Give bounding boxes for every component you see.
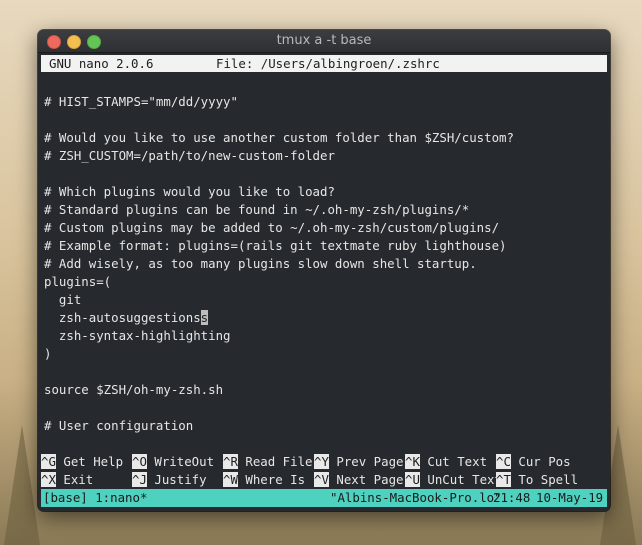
shortcut-get-help: ^G Get Help (41, 453, 123, 471)
shortcut-cur-pos: ^C Cur Pos (496, 453, 571, 471)
shortcut-label: Exit (55, 472, 94, 487)
editor-line: # HIST_STAMPS="mm/dd/yyyy" (44, 94, 238, 109)
shortcut-key: ^X (41, 472, 56, 487)
editor-line: # Would you like to use another custom f… (44, 130, 514, 145)
shortcut-exit: ^X Exit (41, 471, 93, 489)
shortcut-key: ^J (132, 472, 147, 487)
shortcut-key: ^U (405, 472, 420, 487)
editor-line: plugins=( (44, 274, 112, 289)
title-bar[interactable]: tmux a -t base (38, 30, 610, 53)
editor-line: git (44, 292, 82, 307)
editor-line: # Standard plugins can be found in ~/.oh… (44, 202, 470, 217)
shortcut-prev-page: ^Y Prev Page (314, 453, 404, 471)
editor-line: # Custom plugins may be added to ~/.oh-m… (44, 220, 500, 235)
terminal-window[interactable]: tmux a -t base GNU nano 2.0.6 File: /Use… (38, 30, 610, 511)
shortcut-justify: ^J Justify (132, 471, 207, 489)
window-title: tmux a -t base (276, 33, 372, 48)
shortcut-key: ^T (496, 472, 511, 487)
shortcut-label: To Spell (510, 472, 579, 487)
editor-line: # Add wisely, as too many plugins slow d… (44, 256, 477, 271)
editor-line: # ZSH_CUSTOM=/path/to/new-custom-folder (44, 148, 335, 163)
editor-line: # User configuration (44, 418, 194, 433)
editor-line: zsh-syntax-highlighting (44, 328, 231, 343)
nano-header: GNU nano 2.0.6 File: /Users/albingroen/.… (41, 55, 607, 72)
shortcut-cut-text: ^K Cut Text (405, 453, 487, 471)
shortcut-label: Justify (146, 472, 207, 487)
shortcut-writeout: ^O WriteOut (132, 453, 214, 471)
shortcut-read-file: ^R Read File (223, 453, 313, 471)
tmux-session-window[interactable]: [base] 1:nano* (43, 489, 147, 507)
nano-version: GNU nano 2.0.6 (49, 56, 154, 71)
terminal-area[interactable]: GNU nano 2.0.6 File: /Users/albingroen/.… (38, 53, 610, 511)
shortcut-label: Cur Pos (510, 454, 571, 469)
editor-line: ) (44, 346, 52, 361)
shortcut-key: ^R (223, 454, 238, 469)
file-name: File: /Users/albingroen/.zshrc (216, 56, 440, 71)
shortcut-label: WriteOut (146, 454, 215, 469)
editor-line: # Example format: plugins=(rails git tex… (44, 238, 507, 253)
editor-line: zsh-autosuggestionss (44, 310, 209, 325)
shortcut-label: Prev Page (328, 454, 404, 469)
shortcut-uncut-text: ^U UnCut Text (405, 471, 502, 489)
shortcut-key: ^Y (314, 454, 329, 469)
shortcut-label: Read File (237, 454, 313, 469)
tmux-date: 10-May-19 (536, 490, 604, 505)
text-cursor: s (200, 310, 209, 325)
shortcut-key: ^W (223, 472, 238, 487)
editor-line: source $ZSH/oh-my-zsh.sh (44, 382, 224, 397)
shortcut-key: ^K (405, 454, 420, 469)
tmux-hostname: "Albins-MacBook-Pro.lo" (330, 490, 502, 505)
shortcut-label: UnCut Text (419, 472, 502, 487)
shortcut-label: Next Page (328, 472, 404, 487)
shortcut-where-is: ^W Where Is (223, 471, 305, 489)
shortcut-key: ^G (41, 454, 56, 469)
shortcut-key: ^O (132, 454, 147, 469)
editor-line: # Which plugins would you like to load? (44, 184, 335, 199)
shortcut-next-page: ^V Next Page (314, 471, 404, 489)
shortcut-to-spell: ^T To Spell (496, 471, 578, 489)
tmux-status-bar: [base] 1:nano* "Albins-MacBook-Pro.lo" 2… (41, 489, 607, 507)
shortcut-label: Cut Text (419, 454, 488, 469)
shortcut-key: ^V (314, 472, 329, 487)
shortcut-label: Where Is (237, 472, 306, 487)
shortcut-key: ^C (496, 454, 511, 469)
tmux-time: 21:48 (493, 490, 531, 505)
shortcut-label: Get Help (55, 454, 124, 469)
